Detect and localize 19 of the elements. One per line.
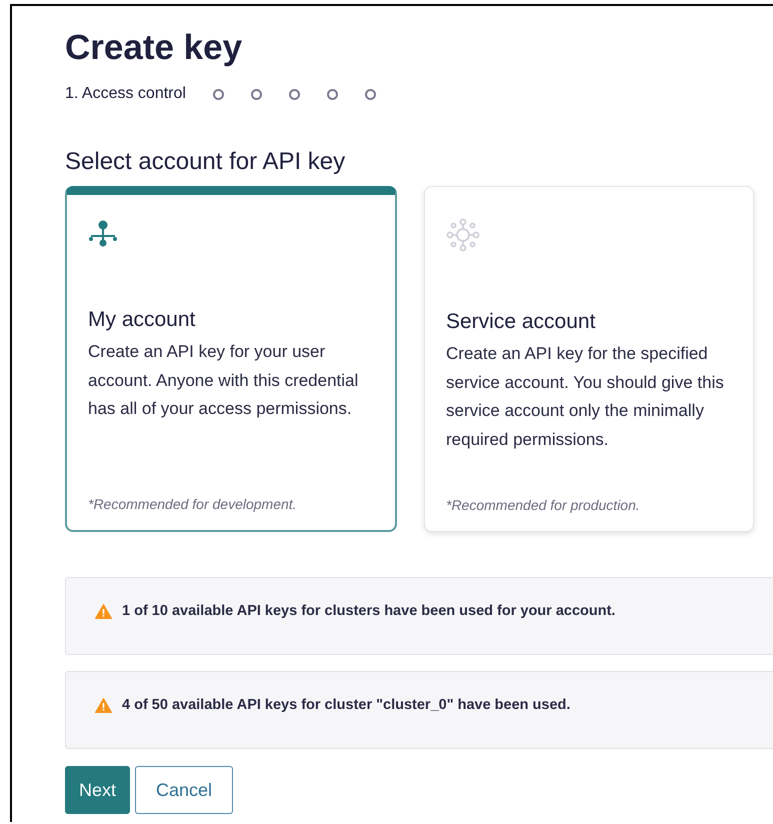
alert-text: 1 of 10 available API keys for clusters have been used for your account.: [122, 603, 616, 619]
account-card[interactable]: My account Create an API key for your user account. Anyone with this credential has all of your access permissions. *Recommended for development.: [65, 186, 397, 532]
next-button[interactable]: Next: [65, 766, 130, 814]
hierarchy-icon: [88, 218, 118, 248]
card-description: Create an API key for your user account. Anyone with this credential has all of your access permissions.: [88, 341, 360, 420]
cancel-button[interactable]: Cancel: [135, 766, 234, 814]
page-title: Create key: [65, 28, 244, 68]
account-card[interactable]: Service account Create an API key for the specified service account. You should give this service account only the minimally required permissions. *Recommended for production.: [424, 186, 754, 532]
section-title: Select account for API key: [65, 148, 346, 176]
card-title: Service account: [446, 310, 596, 334]
card-title: My account: [88, 308, 196, 332]
network-icon: [446, 218, 480, 252]
alert-text: 4 of 50 available API keys for cluster "cluster_0" have been used.: [122, 697, 570, 713]
step-label: 1. Access control: [65, 85, 186, 103]
warning-icon: [95, 604, 112, 618]
warning-icon: [95, 698, 112, 712]
card-note: *Recommended for production.: [446, 497, 641, 513]
card-description: Create an API key for the specified service account. You should give this service account only the minimally required permissions.: [446, 343, 725, 450]
card-note: *Recommended for development.: [88, 496, 298, 512]
